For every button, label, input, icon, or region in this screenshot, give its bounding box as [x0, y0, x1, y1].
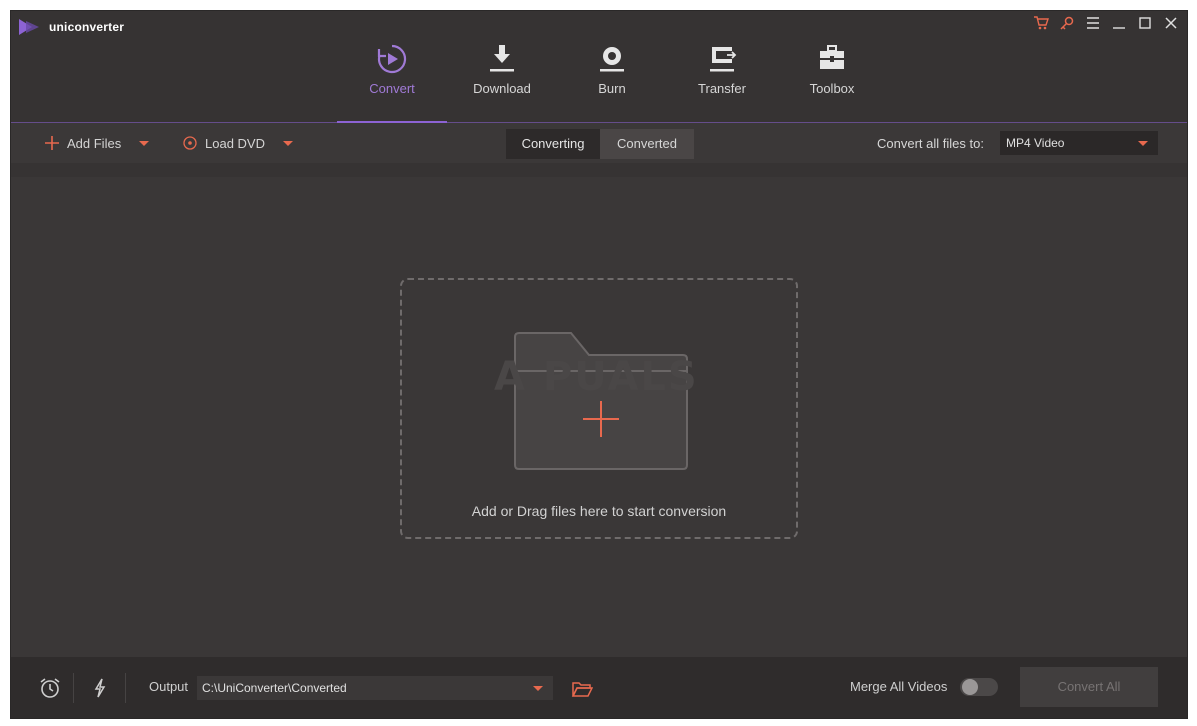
transfer-icon	[710, 47, 737, 72]
download-icon	[490, 45, 514, 72]
chevron-down-icon[interactable]	[139, 140, 150, 146]
tab-converted[interactable]: Converted	[600, 129, 694, 159]
folder-open-icon[interactable]	[571, 678, 593, 700]
minimize-icon[interactable]	[1111, 15, 1127, 31]
maximize-icon[interactable]	[1137, 15, 1153, 31]
watermark: A PUALS	[494, 354, 699, 400]
app-window: uniconverter Convert Download Burn Trans…	[10, 10, 1188, 719]
logo-icon	[19, 19, 39, 35]
chevron-down-icon[interactable]	[282, 140, 293, 146]
toggle-knob	[962, 679, 978, 695]
window-controls	[1033, 15, 1179, 31]
load-dvd-label: Load DVD	[205, 135, 265, 151]
nav-burn[interactable]: Burn	[557, 41, 667, 123]
burn-icon	[600, 47, 624, 72]
output-path-value: C:\UniConverter\Converted	[202, 681, 347, 695]
load-dvd-button[interactable]: Load DVD	[183, 123, 293, 163]
cart-icon[interactable]	[1033, 15, 1049, 31]
merge-toggle[interactable]	[960, 678, 998, 696]
app-title: uniconverter	[49, 20, 125, 34]
close-icon[interactable]	[1163, 15, 1179, 31]
app-logo: uniconverter	[19, 19, 124, 35]
nav-download[interactable]: Download	[447, 41, 557, 123]
chevron-down-icon	[1138, 141, 1148, 146]
menu-icon[interactable]	[1085, 15, 1101, 31]
convert-icon	[377, 44, 407, 74]
toolbox-icon	[820, 45, 844, 69]
tab-converting[interactable]: Converting	[506, 129, 600, 159]
nav-label: Download	[473, 81, 531, 96]
disc-icon	[183, 136, 197, 150]
list-header-band	[11, 163, 1187, 177]
convert-all-files-label: Convert all files to:	[877, 136, 984, 151]
main-nav: Convert Download Burn Transfer Toolbox	[337, 41, 887, 124]
key-icon[interactable]	[1059, 15, 1075, 31]
nav-convert[interactable]: Convert	[337, 41, 447, 124]
drop-zone[interactable]: A PUALS Add or Drag files here to start …	[400, 278, 798, 539]
nav-label: Transfer	[698, 81, 746, 96]
alarm-clock-icon[interactable]	[39, 677, 61, 699]
nav-transfer[interactable]: Transfer	[667, 41, 777, 123]
nav-label: Burn	[598, 81, 626, 96]
bottom-bar: Output C:\UniConverter\Converted Merge A…	[11, 657, 1187, 718]
nav-label: Convert	[369, 81, 415, 96]
title-bar: uniconverter Convert Download Burn Trans…	[11, 11, 1187, 124]
output-path-select[interactable]: C:\UniConverter\Converted	[197, 676, 553, 700]
output-format-select[interactable]: MP4 Video	[1000, 131, 1158, 155]
add-files-button[interactable]: Add Files	[45, 123, 150, 163]
nav-label: Toolbox	[809, 81, 855, 96]
plus-icon	[45, 136, 59, 150]
add-files-label: Add Files	[67, 135, 122, 151]
drop-zone-text: Add or Drag files here to start conversi…	[471, 503, 727, 519]
convert-all-button[interactable]: Convert All	[1020, 667, 1158, 707]
output-label: Output	[149, 679, 189, 694]
file-list-area: A PUALS Add or Drag files here to start …	[11, 163, 1187, 657]
lightning-icon[interactable]	[89, 677, 111, 699]
status-tabs: Converting Converted	[506, 129, 694, 159]
merge-all-videos-label: Merge All Videos	[850, 679, 948, 694]
divider	[125, 673, 126, 703]
chevron-down-icon	[533, 686, 543, 691]
nav-toolbox[interactable]: Toolbox	[777, 41, 887, 123]
folder-add-icon	[514, 332, 688, 470]
toolbar: Add Files Load DVD Converting Converted …	[11, 123, 1187, 163]
divider	[73, 673, 74, 703]
format-value: MP4 Video	[1006, 136, 1065, 150]
